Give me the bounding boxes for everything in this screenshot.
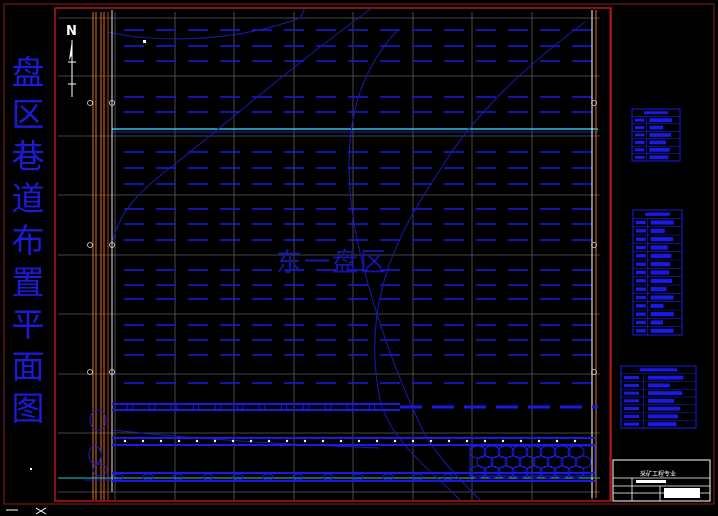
title-char: 区 [11, 95, 45, 134]
roadway-support-marks [112, 403, 577, 481]
lower-roadway-band-1 [112, 403, 598, 411]
title-char: 巷 [11, 137, 45, 176]
white-marker-2 [30, 468, 32, 470]
grid-tick-circles [87, 100, 597, 375]
north-label: N [66, 24, 77, 39]
drawing-title-vertical: 盘区巷道布置平面图 [8, 52, 48, 430]
title-char: 平 [11, 305, 45, 344]
lower-roadway-band-2 [112, 437, 595, 446]
mining-area-label: 东一盘区 [276, 248, 389, 278]
title-char: 置 [11, 263, 45, 302]
title-block [612, 459, 711, 502]
contour-curve-upper [112, 7, 373, 241]
title-block-name: 采矿工程专业 [640, 471, 677, 478]
main-shaft-roadways [92, 12, 109, 500]
compass-icon [6, 507, 47, 515]
north-arrow-icon [68, 40, 76, 97]
contour-curve-left [107, 7, 306, 40]
white-marker [143, 40, 146, 43]
title-char: 面 [11, 347, 45, 386]
dashed-roadways [124, 29, 594, 384]
title-char: 盘 [11, 53, 45, 92]
legend-table-1 [631, 108, 681, 162]
contour-curve-right [374, 21, 586, 501]
legend-table-2 [632, 209, 683, 336]
title-char: 图 [11, 389, 45, 428]
legend-table-3 [620, 365, 697, 429]
title-char: 道 [11, 179, 45, 218]
title-char: 布 [11, 221, 45, 260]
